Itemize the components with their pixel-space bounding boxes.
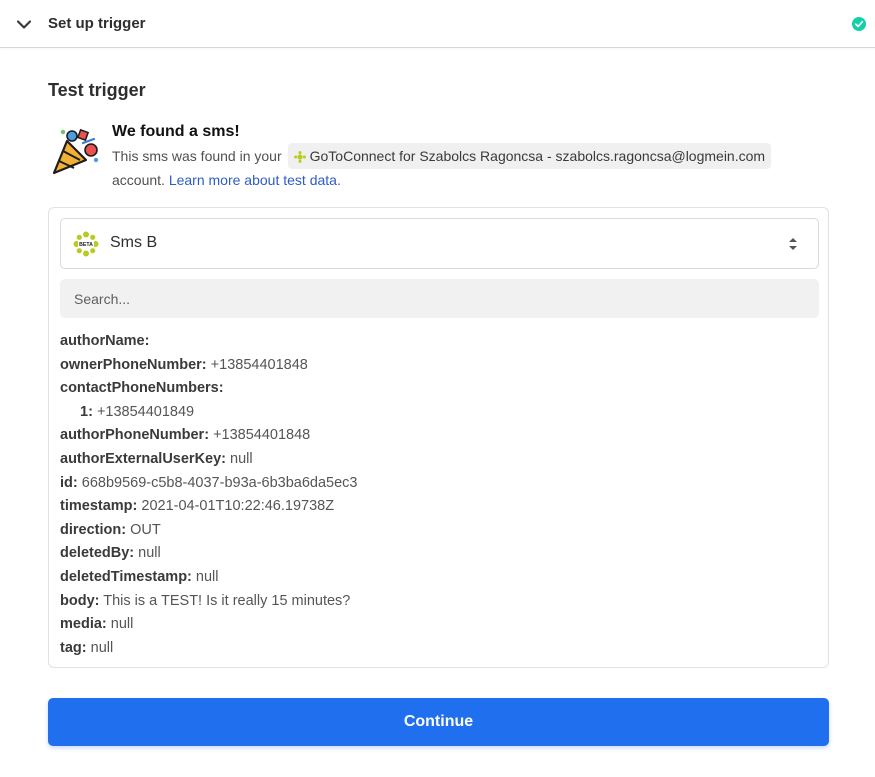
field-key: body: (60, 592, 100, 609)
field-key: 1: (80, 403, 93, 420)
field-row: direction: OUT (60, 519, 820, 543)
test-record-panel: BETA Sms B authorName: ownerPhoneNumber:… (48, 207, 829, 668)
field-key: deletedTimestamp: (60, 568, 192, 585)
found-prefix: This sms was found in your (112, 148, 282, 164)
step-title: Set up trigger (48, 15, 146, 32)
field-value: null (90, 639, 114, 656)
field-key: direction: (60, 521, 127, 538)
field-value: null (195, 568, 219, 585)
field-value: +13854401849 (96, 403, 195, 420)
field-value: This is a TEST! Is it really 15 minutes? (103, 592, 351, 609)
step-header[interactable]: Set up trigger (0, 0, 875, 48)
field-key: media: (60, 616, 107, 633)
goto-beta-icon: BETA (73, 231, 99, 257)
search-input[interactable] (60, 279, 819, 318)
field-key: contactPhoneNumbers: (60, 380, 224, 397)
found-suffix: account. (112, 172, 165, 188)
field-key: id: (60, 474, 78, 491)
continue-button[interactable]: Continue (48, 698, 829, 746)
field-row: authorExternalUserKey: null (60, 448, 820, 472)
field-key: deletedBy: (60, 545, 135, 562)
field-row: contactPhoneNumbers: (60, 377, 820, 401)
svg-text:BETA: BETA (79, 242, 93, 248)
found-title: We found a sms! (112, 123, 240, 140)
party-popper-icon (50, 127, 100, 175)
chevron-down-icon[interactable] (14, 14, 34, 34)
sort-arrows-icon (787, 235, 799, 253)
account-name: GoToConnect for Szabolcs Ragoncsa - szab… (309, 148, 766, 164)
field-row: deletedTimestamp: null (60, 566, 820, 590)
field-row: authorPhoneNumber: +13854401848 (60, 424, 820, 448)
field-row: ownerPhoneNumber: +13854401848 (60, 354, 820, 378)
field-list: authorName: ownerPhoneNumber: +138544018… (60, 330, 820, 660)
field-key: timestamp: (60, 498, 138, 515)
gotoconnect-icon (293, 150, 306, 163)
field-row: media: null (60, 613, 820, 637)
field-key: tag: (60, 639, 87, 656)
section-title: Test trigger (48, 80, 146, 100)
field-row: timestamp: 2021-04-01T10:22:46.19738Z (60, 495, 820, 519)
field-key: ownerPhoneNumber: (60, 356, 207, 373)
field-value: 668b9569-c5b8-4037-b93a-6b3ba6da5ec3 (81, 474, 358, 491)
field-value: null (110, 616, 134, 633)
record-select[interactable]: BETA Sms B (60, 218, 819, 269)
field-value: OUT (130, 521, 161, 538)
record-select-label: Sms B (110, 234, 158, 251)
field-row: body: This is a TEST! Is it really 15 mi… (60, 590, 820, 614)
field-row: id: 668b9569-c5b8-4037-b93a-6b3ba6da5ec3 (60, 472, 820, 496)
field-value: +13854401848 (210, 356, 308, 373)
found-description-2: account. Learn more about test data. (112, 172, 341, 188)
field-key: authorExternalUserKey: (60, 450, 226, 467)
field-key: authorName: (60, 333, 150, 349)
field-row: deletedBy: null (60, 542, 820, 566)
found-description: This sms was found in your GoToConnect f… (112, 143, 772, 169)
field-row: 1: +13854401849 (60, 401, 820, 425)
field-row: tag: null (60, 637, 820, 661)
field-value: null (138, 545, 161, 562)
field-row: authorName: (60, 330, 820, 354)
account-chip: GoToConnect for Szabolcs Ragoncsa - szab… (287, 143, 772, 169)
field-value: 2021-04-01T10:22:46.19738Z (141, 498, 335, 515)
field-value: null (230, 450, 253, 467)
check-circle-icon (852, 17, 866, 31)
learn-more-link[interactable]: Learn more about test data. (169, 172, 341, 188)
field-key: authorPhoneNumber: (60, 427, 210, 444)
field-value: +13854401848 (213, 427, 311, 444)
